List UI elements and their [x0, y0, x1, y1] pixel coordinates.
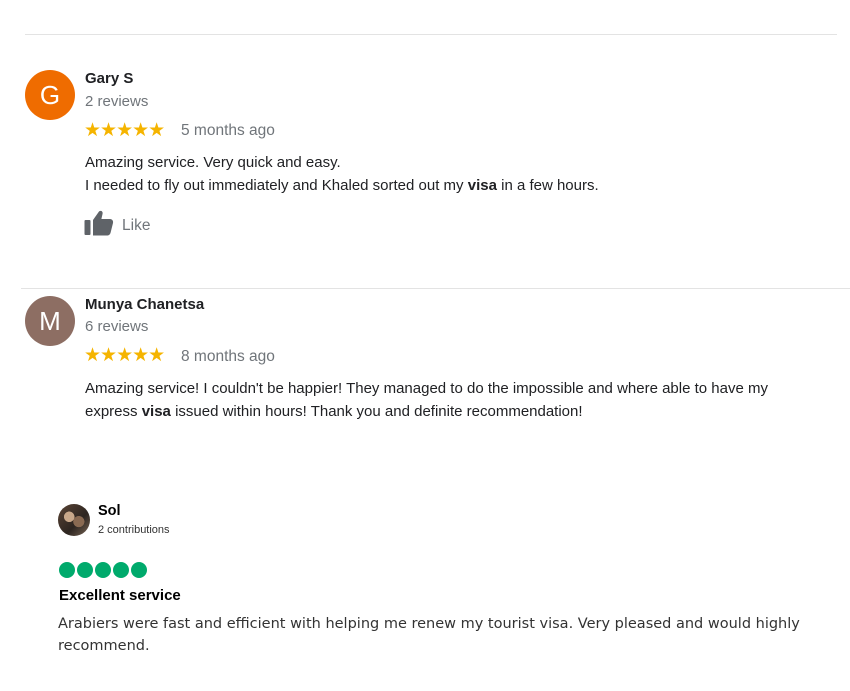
star-rating: ★★★★★	[84, 345, 165, 366]
review-title[interactable]: Excellent service	[59, 587, 181, 604]
rating-bubble-icon	[131, 562, 147, 578]
rating-bubble-icon	[113, 562, 129, 578]
reviewer-name[interactable]: Sol	[98, 503, 121, 519]
reviewer-review-count: 6 reviews	[85, 318, 149, 335]
highlight-keyword: visa	[467, 177, 497, 194]
review-text-line: Amazing service! I couldn't be happier! …	[85, 380, 768, 397]
review-text-line: Arabiers were fast and efficient with he…	[58, 616, 800, 632]
review-time: 8 months ago	[181, 348, 275, 365]
review-text: Amazing service. Very quick and easy. I …	[85, 151, 825, 197]
review-text-line: Amazing service. Very quick and easy.	[85, 154, 341, 171]
review-text-line: recommend.	[58, 638, 150, 654]
highlight-keyword: visa	[141, 403, 171, 420]
review-text: Amazing service! I couldn't be happier! …	[85, 377, 845, 423]
star-rating: ★★★★★	[84, 120, 165, 141]
top-divider	[25, 34, 837, 35]
contributions-count: 2 contributions	[98, 524, 170, 536]
like-button[interactable]: Like	[84, 210, 150, 241]
bubble-rating	[59, 562, 147, 578]
reviewer-name[interactable]: Gary S	[85, 70, 133, 87]
review-divider	[21, 288, 850, 289]
avatar[interactable]	[58, 504, 90, 536]
avatar[interactable]: M	[25, 296, 75, 346]
like-label: Like	[122, 216, 151, 234]
reviewer-review-count: 2 reviews	[85, 93, 149, 110]
thumbs-up-icon	[84, 210, 114, 241]
review-time: 5 months ago	[181, 122, 275, 139]
avatar[interactable]: G	[25, 70, 75, 120]
review-text: Arabiers were fast and efficient with he…	[58, 613, 838, 657]
rating-bubble-icon	[77, 562, 93, 578]
reviewer-name[interactable]: Munya Chanetsa	[85, 296, 204, 313]
rating-bubble-icon	[95, 562, 111, 578]
rating-bubble-icon	[59, 562, 75, 578]
review-text-line: express visa issued within hours! Thank …	[85, 403, 583, 420]
avatar-letter: G	[39, 80, 61, 110]
avatar-letter: M	[39, 306, 61, 336]
review-text-line: I needed to fly out immediately and Khal…	[85, 177, 599, 194]
